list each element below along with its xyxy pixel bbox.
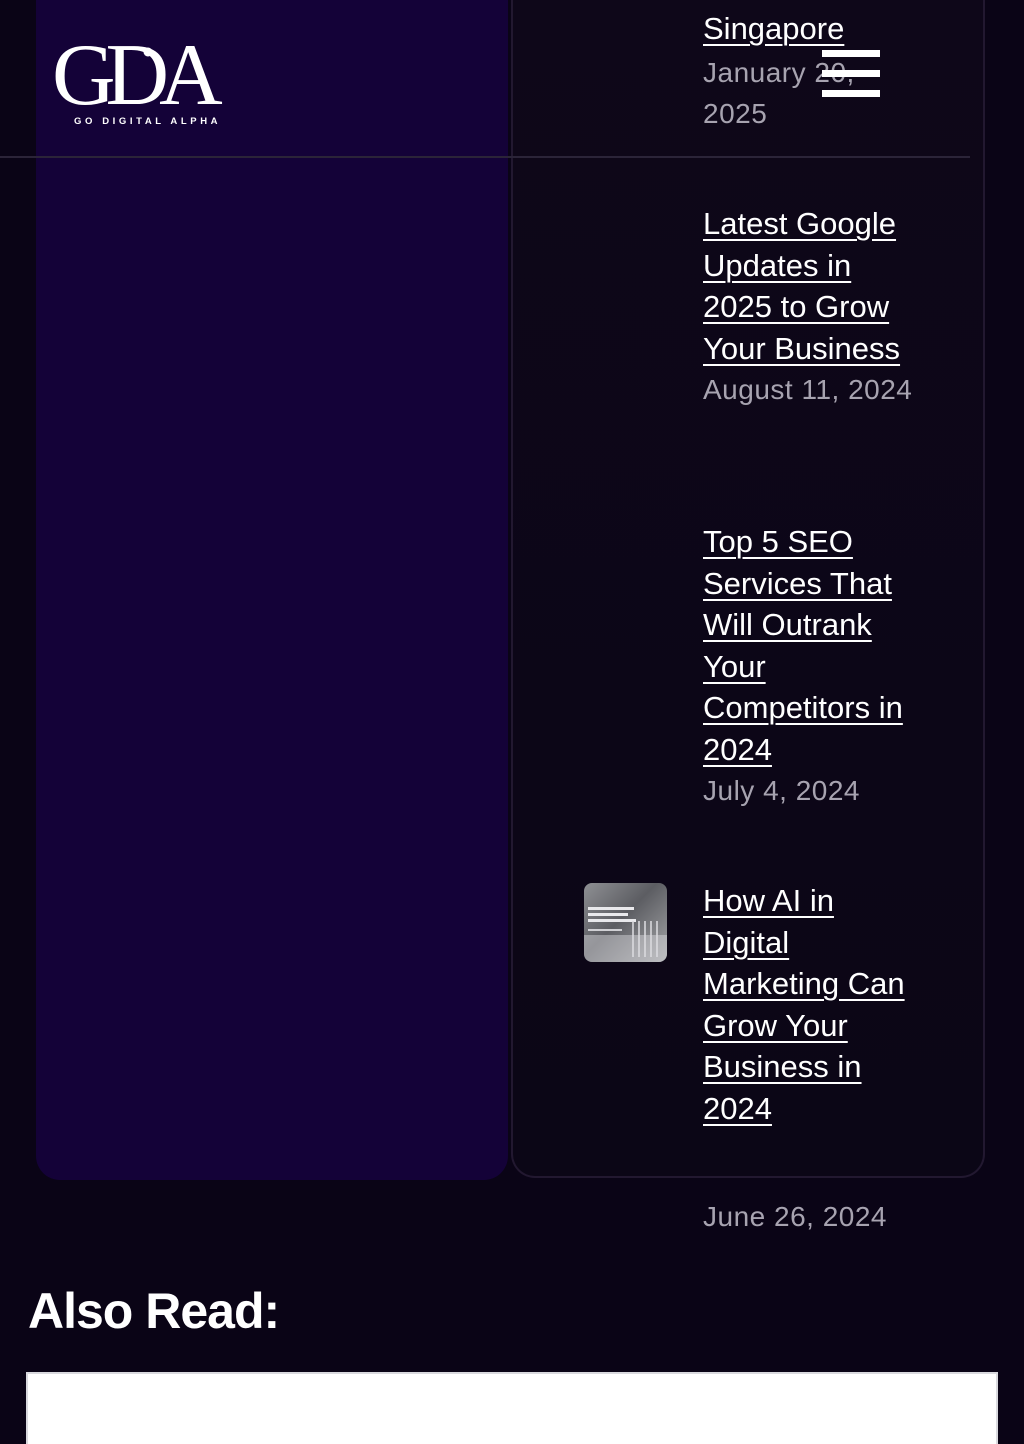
- post-date: July 4, 2024: [703, 775, 860, 806]
- site-logo[interactable]: GDA GO DIGITAL ALPHA: [52, 26, 242, 130]
- thumbnail-text-line: [588, 929, 622, 931]
- page: Singapore January 20, 2025 Latest Google…: [0, 0, 1024, 1444]
- recent-posts-list: Singapore January 20, 2025 Latest Google…: [0, 0, 1024, 1444]
- menu-bar: [822, 70, 880, 77]
- header-divider: [0, 156, 970, 158]
- site-header: GDA GO DIGITAL ALPHA: [0, 0, 1024, 158]
- post-date: August 11, 2024: [703, 374, 913, 405]
- gda-logo-icon: GDA: [52, 27, 232, 110]
- post-thumbnail-image[interactable]: [584, 883, 667, 962]
- thumbnail-text-line: [588, 907, 634, 910]
- logo-tagline: GO DIGITAL ALPHA: [74, 116, 222, 127]
- thumbnail-text-line: [588, 913, 628, 916]
- post-title-link[interactable]: Latest Google Updates in 2025 to Grow Yo…: [703, 203, 918, 369]
- thumbnail-text-line: [588, 919, 636, 922]
- thumbnail-overlay: [584, 935, 667, 962]
- menu-bar: [822, 90, 880, 97]
- menu-bar: [822, 50, 880, 57]
- post-title-link[interactable]: Top 5 SEO Services That Will Outrank You…: [703, 521, 918, 770]
- post-date: June 26, 2024: [703, 1201, 887, 1232]
- post-title-link[interactable]: How AI in Digital Marketing Can Grow You…: [703, 880, 918, 1129]
- logo-wordmark: GDA: [52, 27, 222, 110]
- hamburger-menu-icon[interactable]: [822, 50, 880, 98]
